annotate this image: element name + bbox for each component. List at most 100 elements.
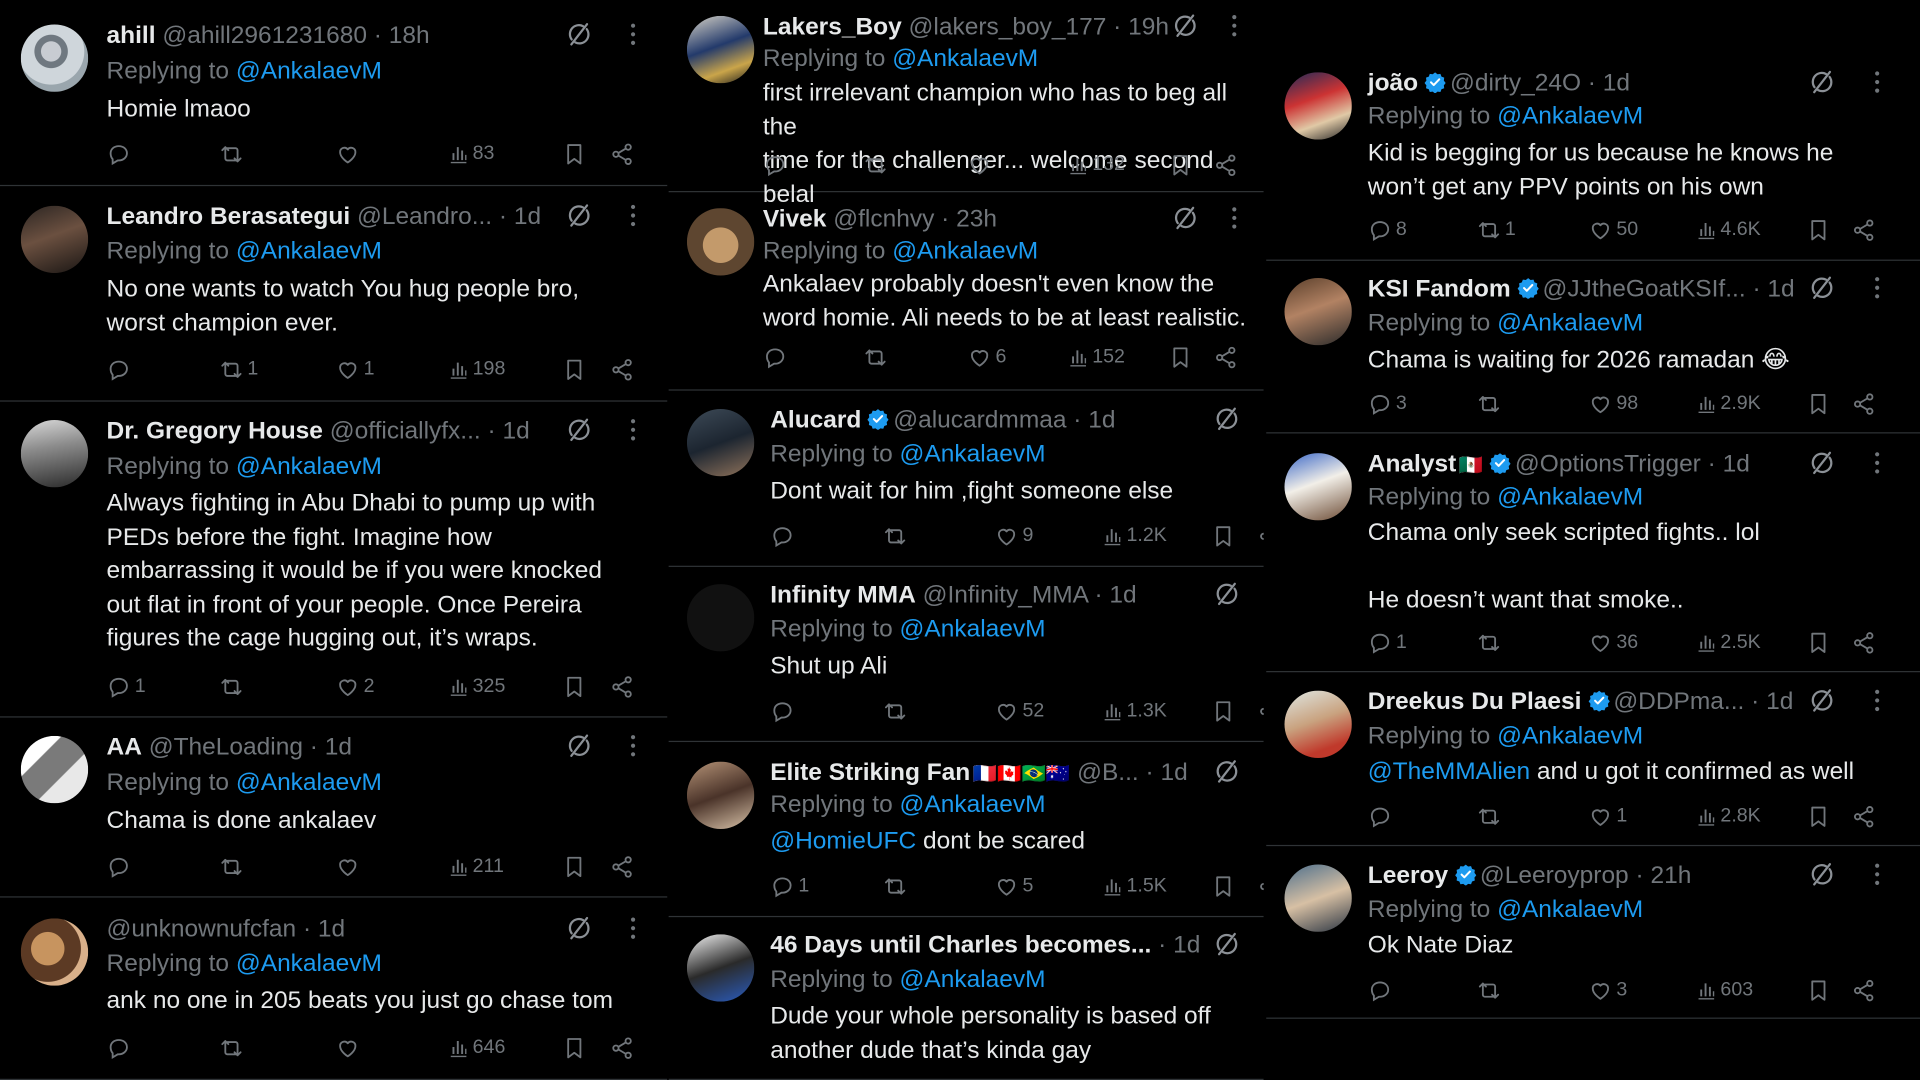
reply-target-link[interactable]: @AnkalaevM (1497, 310, 1643, 337)
user-handle[interactable]: @DDPma... (1613, 688, 1744, 715)
grok-icon[interactable] (1213, 405, 1240, 432)
avatar[interactable] (20, 420, 89, 488)
display-name[interactable]: Dreekus Du Plaesi (1368, 688, 1582, 715)
display-name[interactable]: Leeroy (1368, 862, 1448, 889)
avatar[interactable] (686, 15, 755, 84)
views-button[interactable]: 83 (448, 141, 494, 168)
like-button[interactable]: 1 (336, 356, 375, 383)
display-name[interactable]: Lakers_Boy (763, 13, 902, 40)
reply-tweet[interactable]: Leeroy @Leeroyprop · 21h Replying to @Anka… (1266, 847, 1920, 1019)
grok-icon[interactable] (566, 416, 593, 443)
share-button[interactable] (1851, 629, 1875, 656)
reply-button[interactable] (107, 1035, 135, 1062)
display-name[interactable]: Alucard (770, 407, 861, 434)
user-handle[interactable]: @unknownufcfan (107, 916, 297, 943)
reply-tweet[interactable]: KSI Fandom @JJtheGoatKSIf... · 1d Replying… (1266, 262, 1920, 434)
reply-button[interactable] (1368, 803, 1396, 830)
bookmark-button[interactable] (1168, 344, 1192, 371)
avatar[interactable] (1284, 277, 1352, 346)
views-button[interactable]: 1.3K (1102, 698, 1167, 725)
bookmark-button[interactable] (1806, 629, 1830, 656)
reply-target-link[interactable]: @AnkalaevM (236, 769, 382, 796)
share-button[interactable] (610, 673, 634, 700)
timestamp[interactable]: 1d (1109, 582, 1136, 609)
avatar[interactable] (686, 934, 755, 1002)
retweet-button[interactable] (1477, 803, 1505, 830)
reply-tweet[interactable]: joão @dirty_24O · 1d Replying to @Ankalaev… (1266, 47, 1920, 261)
more-icon[interactable] (629, 733, 636, 757)
user-handle[interactable]: @officiallyfx... (330, 418, 481, 445)
grok-icon[interactable] (1809, 861, 1836, 888)
more-icon[interactable] (1873, 276, 1880, 300)
display-name[interactable]: Elite Striking Fan (770, 759, 970, 786)
like-button[interactable] (336, 853, 364, 880)
views-button[interactable]: 2.9K (1696, 391, 1761, 418)
display-name[interactable]: KSI Fandom (1368, 276, 1511, 303)
timestamp[interactable]: 1d (1766, 688, 1793, 715)
display-name[interactable]: AA (107, 733, 142, 760)
avatar[interactable] (1284, 72, 1352, 140)
timestamp[interactable]: 23h (956, 206, 997, 233)
avatar[interactable] (1284, 453, 1352, 521)
bookmark-button[interactable] (562, 853, 586, 880)
retweet-button[interactable] (219, 853, 247, 880)
reply-target-link[interactable]: @AnkalaevM (900, 791, 1046, 818)
bookmark-button[interactable] (1806, 977, 1830, 1004)
reply-tweet[interactable]: AA @TheLoading · 1d Replying to @Ankalaev… (0, 719, 668, 898)
retweet-button[interactable] (219, 1035, 247, 1062)
more-icon[interactable] (629, 418, 636, 442)
grok-icon[interactable] (1172, 12, 1199, 39)
avatar[interactable] (686, 584, 755, 652)
reply-button[interactable] (1368, 977, 1396, 1004)
timestamp[interactable]: 19h (1128, 13, 1169, 40)
more-icon[interactable] (629, 203, 636, 227)
like-button[interactable]: 5 (994, 873, 1033, 900)
avatar[interactable] (686, 761, 755, 829)
more-icon[interactable] (1873, 688, 1880, 712)
reply-target-link[interactable]: @AnkalaevM (892, 238, 1038, 265)
bookmark-button[interactable] (1806, 391, 1830, 418)
retweet-button[interactable] (219, 673, 247, 700)
grok-icon[interactable] (566, 915, 593, 942)
like-button[interactable]: 98 (1588, 391, 1638, 418)
reply-target-link[interactable]: @AnkalaevM (1497, 722, 1643, 749)
views-button[interactable]: 211 (448, 853, 504, 880)
display-name[interactable]: Dr. Gregory House (107, 418, 323, 445)
user-handle[interactable]: @Infinity_MMA (923, 582, 1088, 609)
mention-link[interactable]: @HomieUFC (770, 828, 916, 855)
views-button[interactable]: 4.6K (1696, 217, 1761, 244)
reply-target-link[interactable]: @AnkalaevM (236, 453, 382, 480)
more-icon[interactable] (629, 916, 636, 940)
like-button[interactable]: 9 (994, 523, 1033, 550)
user-handle[interactable]: @JJtheGoatKSIf... (1542, 276, 1745, 303)
like-button[interactable]: 3 (1588, 977, 1627, 1004)
reply-button[interactable] (770, 523, 798, 550)
grok-icon[interactable] (1213, 758, 1240, 785)
reply-tweet[interactable]: 46 Days until Charles becomes... · 1d Rep… (668, 918, 1264, 1080)
like-button[interactable]: 50 (1588, 217, 1638, 244)
share-button[interactable] (1851, 391, 1875, 418)
reply-target-link[interactable]: @AnkalaevM (236, 58, 382, 85)
reply-tweet[interactable]: Leandro Berasategui @Leandro... · 1d Repl… (0, 187, 668, 402)
more-icon[interactable] (1231, 13, 1238, 37)
reply-button[interactable]: 8 (1368, 217, 1407, 244)
display-name[interactable]: ahill (107, 22, 156, 49)
avatar[interactable] (686, 208, 755, 276)
reply-button[interactable] (107, 141, 135, 168)
reply-target-link[interactable]: @AnkalaevM (900, 441, 1046, 468)
reply-tweet[interactable]: Elite Striking Fan 🇫🇷🇨🇦🇧🇷🇦🇺 @B... · 1d Rep… (668, 743, 1264, 918)
share-button[interactable] (610, 1035, 634, 1062)
bookmark-button[interactable] (1211, 698, 1235, 725)
views-button[interactable]: 152 (1068, 344, 1125, 371)
like-button[interactable]: 52 (994, 698, 1044, 725)
like-button[interactable]: 1 (1588, 803, 1627, 830)
display-name[interactable]: Analyst (1368, 451, 1456, 478)
grok-icon[interactable] (1809, 274, 1836, 301)
views-button[interactable]: 2.8K (1696, 803, 1761, 830)
reply-button[interactable]: 1 (770, 873, 809, 900)
bookmark-button[interactable] (562, 673, 586, 700)
bookmark-button[interactable] (1168, 152, 1192, 179)
reply-target-link[interactable]: @AnkalaevM (236, 238, 382, 265)
reply-target-link[interactable]: @AnkalaevM (900, 616, 1046, 643)
share-button[interactable] (1258, 873, 1264, 900)
